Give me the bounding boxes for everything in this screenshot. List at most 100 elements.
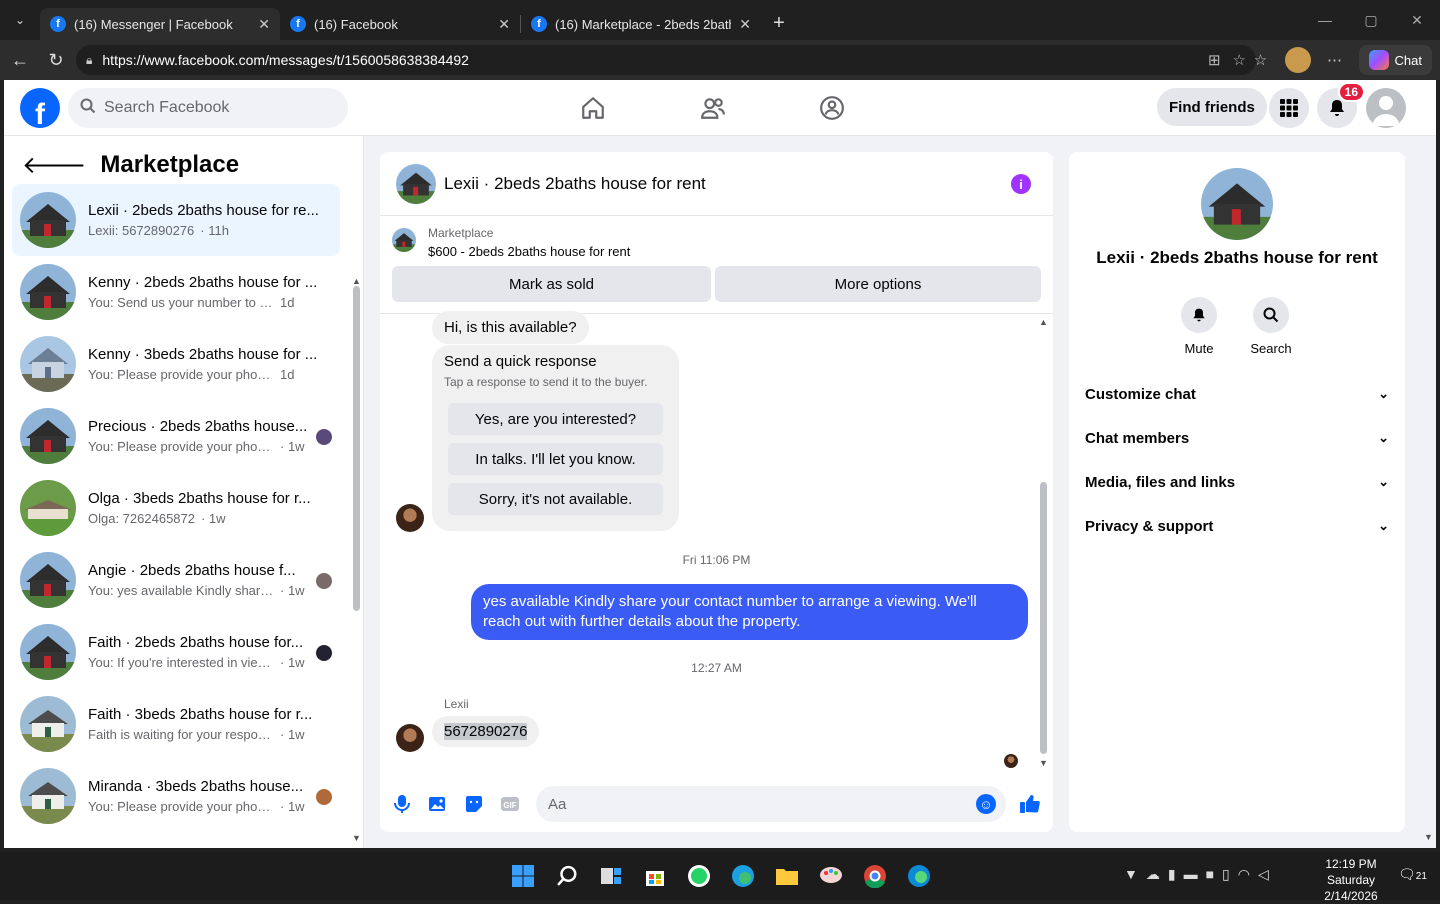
groups-nav-icon[interactable] bbox=[802, 88, 862, 128]
start-icon[interactable] bbox=[505, 858, 541, 894]
quick-reply-yes-button[interactable]: Yes, are you interested? bbox=[448, 403, 663, 435]
chrome-icon[interactable] bbox=[857, 858, 893, 894]
app-available-icon[interactable]: ⊞ bbox=[1208, 51, 1221, 69]
conversation-text: Kenny · 3beds 2baths house for ... You: P… bbox=[88, 346, 332, 382]
close-tab-icon[interactable]: ✕ bbox=[258, 16, 270, 33]
whatsapp-icon[interactable] bbox=[681, 858, 717, 894]
facebook-logo-icon[interactable]: f bbox=[20, 88, 60, 128]
notification-center-icon[interactable]: 🗨︎21 bbox=[1398, 866, 1427, 883]
details-avatar[interactable] bbox=[1201, 168, 1273, 240]
tray-folder-icon[interactable]: ▬ bbox=[1184, 866, 1198, 883]
friends-nav-icon[interactable] bbox=[683, 88, 743, 128]
task-view-icon[interactable] bbox=[593, 858, 629, 894]
gif-icon[interactable]: GIF bbox=[498, 792, 522, 816]
facebook-favicon-icon: f bbox=[50, 16, 66, 32]
chat-avatar[interactable] bbox=[396, 163, 436, 204]
sender-avatar[interactable] bbox=[396, 724, 424, 752]
conversation-item[interactable]: Kenny · 3beds 2baths house for ... You: P… bbox=[12, 328, 340, 400]
edge-profile-icon[interactable] bbox=[901, 858, 937, 894]
browser-profile-avatar[interactable] bbox=[1284, 47, 1311, 73]
mark-as-sold-button[interactable]: Mark as sold bbox=[392, 266, 711, 302]
find-friends-button[interactable]: Find friends bbox=[1157, 88, 1267, 126]
close-tab-icon[interactable]: ✕ bbox=[498, 16, 510, 33]
tab-marketplace[interactable]: f (16) Marketplace - 2beds 2baths h ✕ bbox=[521, 8, 761, 40]
tab-facebook[interactable]: f (16) Facebook ✕ bbox=[280, 8, 520, 40]
close-tab-icon[interactable]: ✕ bbox=[739, 16, 751, 33]
search-icon[interactable] bbox=[549, 858, 585, 894]
menu-grid-button[interactable] bbox=[1269, 88, 1309, 128]
volume-icon[interactable]: ◁ bbox=[1258, 866, 1269, 883]
emoji-icon[interactable]: ☺ bbox=[976, 794, 996, 814]
phone-number[interactable]: 5672890276 bbox=[444, 723, 528, 740]
notifications-button[interactable]: 16 bbox=[1317, 82, 1365, 128]
microphone-icon[interactable] bbox=[390, 792, 414, 816]
more-options-button[interactable]: More options bbox=[715, 266, 1041, 302]
scroll-up-icon[interactable]: ▲ bbox=[352, 276, 362, 286]
new-tab-button[interactable]: + bbox=[761, 7, 797, 39]
system-clock[interactable]: 12:19 PM Saturday 2/14/2026 bbox=[1316, 856, 1386, 904]
info-icon[interactable]: i bbox=[1011, 174, 1031, 194]
incoming-message: Hi, is this available? bbox=[432, 311, 589, 344]
store-icon[interactable] bbox=[637, 858, 673, 894]
tray-network-off-icon[interactable]: ☁ bbox=[1146, 866, 1160, 883]
conversation-item[interactable]: Angie · 2beds 2baths house f... You: yes … bbox=[12, 544, 340, 616]
scroll-down-icon[interactable]: ▼ bbox=[352, 833, 362, 843]
edge-icon[interactable] bbox=[725, 858, 761, 894]
photo-icon[interactable] bbox=[426, 792, 450, 816]
conversation-item[interactable]: Faith · 3beds 2baths house for r... Faith… bbox=[12, 688, 340, 760]
quick-reply-sorry-button[interactable]: Sorry, it's not available. bbox=[448, 483, 663, 515]
back-button[interactable]: ← bbox=[2, 42, 38, 78]
conversation-item[interactable]: Lexii · 2beds 2baths house for re... Lexi… bbox=[12, 184, 340, 256]
privacy-support-row[interactable]: Privacy & support ⌄ bbox=[1085, 504, 1389, 548]
conversation-item[interactable]: Miranda · 3beds 2baths house... You: Plea… bbox=[12, 760, 340, 832]
back-arrow-icon[interactable]: 🡐 bbox=[22, 150, 86, 180]
copilot-chat-button[interactable]: Chat bbox=[1358, 45, 1432, 75]
favorites-icon[interactable]: ☆ bbox=[1247, 46, 1275, 74]
more-menu-icon[interactable]: ⋯ bbox=[1321, 46, 1349, 74]
tab-messenger[interactable]: f (16) Messenger | Facebook ✕ bbox=[40, 8, 280, 40]
media-files-row[interactable]: Media, files and links ⌄ bbox=[1085, 460, 1389, 504]
conversation-item[interactable]: Precious · 2beds 2baths house... You: Ple… bbox=[12, 400, 340, 472]
customize-chat-row[interactable]: Customize chat ⌄ bbox=[1085, 372, 1389, 416]
mute-button[interactable]: Mute bbox=[1169, 297, 1229, 356]
message-input[interactable]: Aa ☺ bbox=[536, 786, 1006, 822]
file-explorer-icon[interactable] bbox=[769, 858, 805, 894]
search-input[interactable]: Search Facebook bbox=[68, 88, 348, 128]
conversation-title: Miranda · 3beds 2baths house... bbox=[88, 778, 304, 795]
tray-app-icon[interactable]: ▮ bbox=[1168, 866, 1176, 883]
thumbs-up-icon[interactable] bbox=[1018, 792, 1042, 816]
favorite-star-icon[interactable]: ☆ bbox=[1233, 51, 1246, 69]
address-bar[interactable]: 🔒︎ https://www.facebook.com/messages/t/1… bbox=[76, 45, 1256, 75]
conversation-preview-row: Faith is waiting for your response. · 1w bbox=[88, 727, 332, 742]
minimize-icon[interactable]: — bbox=[1302, 0, 1348, 40]
scroll-down-icon[interactable]: ▼ bbox=[1039, 758, 1049, 768]
refresh-button[interactable]: ↻ bbox=[38, 42, 74, 78]
maximize-icon[interactable]: ▢ bbox=[1348, 0, 1394, 40]
sender-avatar[interactable] bbox=[396, 504, 424, 532]
scroll-up-icon[interactable]: ▲ bbox=[1039, 317, 1049, 327]
account-avatar[interactable] bbox=[1366, 88, 1406, 128]
conversation-item[interactable]: Kenny · 2beds 2baths house for ... You: S… bbox=[12, 256, 340, 328]
sticker-icon[interactable] bbox=[462, 792, 486, 816]
page-scroll-down-icon[interactable]: ▼ bbox=[1424, 832, 1434, 842]
listing-title[interactable]: $600 - 2beds 2baths house for rent bbox=[428, 244, 630, 259]
paint-icon[interactable] bbox=[813, 858, 849, 894]
conversation-item[interactable]: Faith · 2beds 2baths house for... You: If… bbox=[12, 616, 340, 688]
section-label: Media, files and links bbox=[1085, 473, 1236, 491]
chat-scrollbar[interactable] bbox=[1040, 482, 1047, 754]
tab-actions-menu[interactable]: ⌄ bbox=[0, 0, 40, 40]
outgoing-message: yes available Kindly share your contact … bbox=[471, 584, 1028, 640]
home-nav-icon[interactable] bbox=[563, 88, 623, 128]
chat-members-row[interactable]: Chat members ⌄ bbox=[1085, 416, 1389, 460]
message-composer: GIF Aa ☺ bbox=[380, 778, 1053, 832]
sidebar-scrollbar[interactable] bbox=[353, 286, 360, 611]
conversation-item[interactable]: Olga · 3beds 2baths house for r... Olga: … bbox=[12, 472, 340, 544]
tray-battery-icon[interactable]: ▯ bbox=[1222, 866, 1230, 883]
search-conversation-button[interactable]: Search bbox=[1241, 297, 1301, 356]
tray-app-icon[interactable]: ▼ bbox=[1124, 866, 1138, 883]
quick-reply-talks-button[interactable]: In talks. I'll let you know. bbox=[448, 443, 663, 475]
tray-app-icon[interactable]: ■ bbox=[1206, 866, 1214, 883]
wifi-icon[interactable]: ◠ bbox=[1238, 866, 1250, 883]
listing-thumb[interactable] bbox=[392, 228, 416, 252]
close-window-icon[interactable]: ✕ bbox=[1394, 0, 1440, 40]
